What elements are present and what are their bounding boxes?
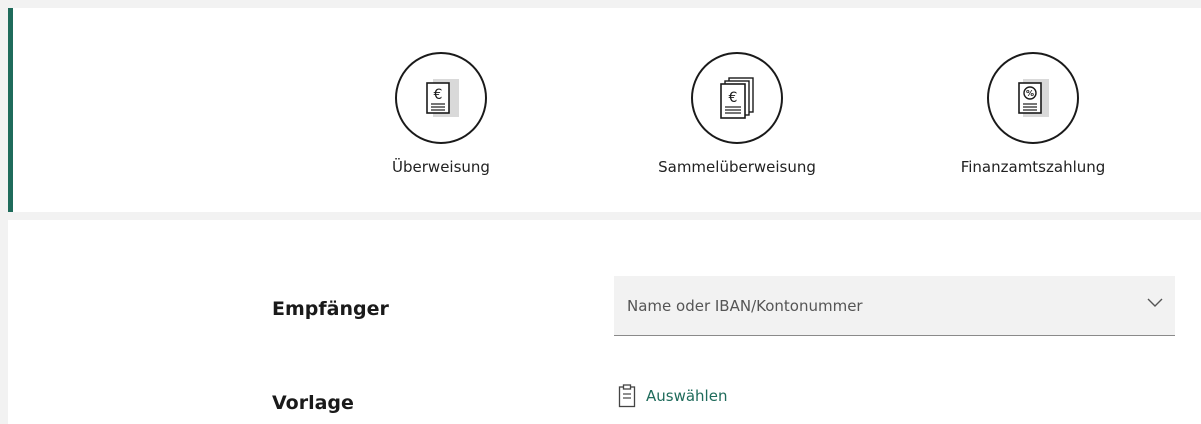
percent-document-icon: % <box>1018 79 1049 117</box>
svg-text:€: € <box>434 87 443 103</box>
payment-type-panel: € Überweisung € Sammelüberweisung % Fina… <box>8 8 1201 212</box>
svg-text:€: € <box>729 90 738 106</box>
multiple-euro-documents-icon: € <box>720 77 754 119</box>
recipient-select[interactable]: Name oder IBAN/Kontonummer <box>614 276 1175 336</box>
svg-text:%: % <box>1026 89 1034 98</box>
template-select-link[interactable]: Auswählen <box>618 384 727 408</box>
template-select-text: Auswählen <box>646 387 728 405</box>
tax-office-label: Finanzamtszahlung <box>960 158 1106 176</box>
payment-type-batch-transfer[interactable]: € Sammelüberweisung <box>627 52 847 176</box>
tax-office-icon-circle: % <box>987 52 1079 144</box>
batch-transfer-label: Sammelüberweisung <box>658 158 816 176</box>
recipient-placeholder: Name oder IBAN/Kontonummer <box>627 297 863 315</box>
transfer-icon-circle: € <box>395 52 487 144</box>
template-label: Vorlage <box>272 392 354 414</box>
payment-type-tax-office[interactable]: % Finanzamtszahlung <box>923 52 1143 176</box>
euro-document-icon: € <box>426 79 459 117</box>
payment-type-transfer[interactable]: € Überweisung <box>331 52 551 176</box>
clipboard-icon <box>618 384 636 408</box>
transfer-form: Empfänger Name oder IBAN/Kontonummer Vor… <box>8 220 1201 424</box>
batch-transfer-icon-circle: € <box>691 52 783 144</box>
transfer-label: Überweisung <box>392 158 490 176</box>
chevron-down-icon <box>1147 298 1163 307</box>
recipient-label: Empfänger <box>272 298 389 320</box>
